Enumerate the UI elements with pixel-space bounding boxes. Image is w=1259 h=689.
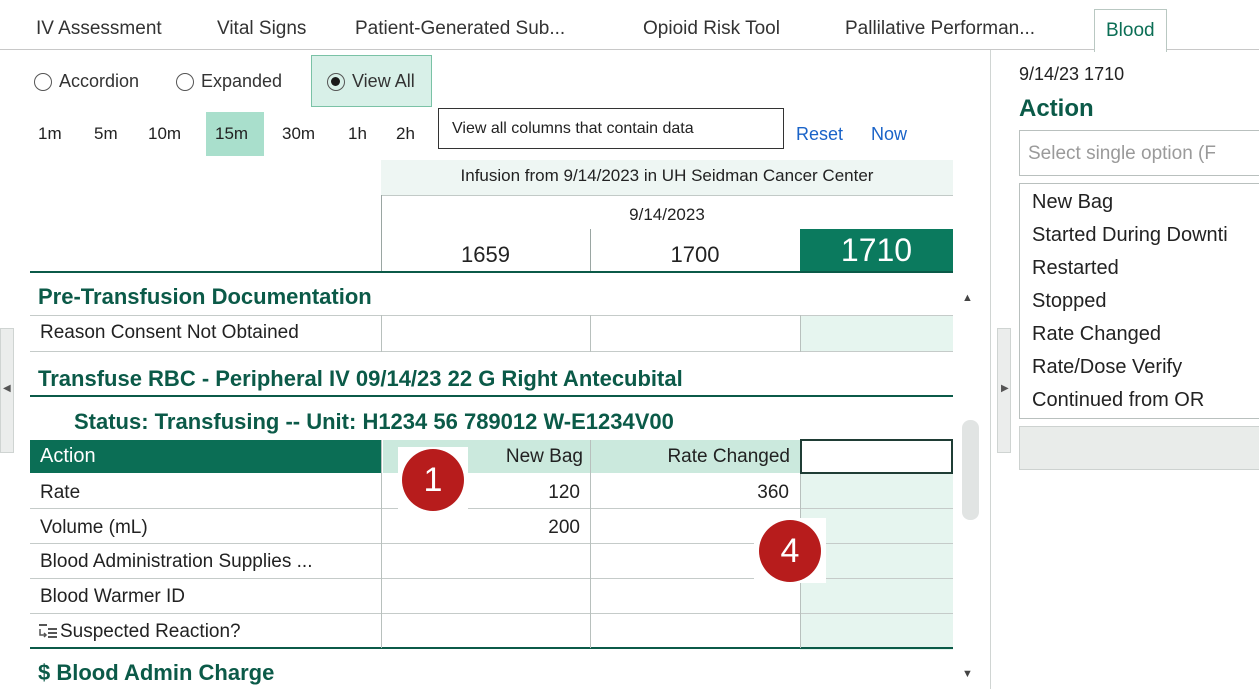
right-panel-heading: Action <box>1019 95 1094 122</box>
section-rule <box>30 647 953 649</box>
header-rule <box>381 195 953 196</box>
transfuse-rbc-section[interactable]: Transfuse RBC - Peripheral IV 09/14/23 2… <box>38 366 683 392</box>
section-rule <box>30 395 953 397</box>
option-stopped[interactable]: Stopped <box>1032 290 1107 313</box>
current-column-cell[interactable] <box>800 315 953 352</box>
option-restarted[interactable]: Restarted <box>1032 257 1119 280</box>
left-collapse-handle[interactable]: ◀ <box>0 328 14 453</box>
option-continued-from-or[interactable]: Continued from OR <box>1032 389 1204 412</box>
interval-1h[interactable]: 1h <box>348 124 367 144</box>
suspected-reaction-label: Suspected Reaction? <box>60 621 241 642</box>
row-rule <box>30 613 953 614</box>
time-column-1659[interactable]: 1659 <box>381 242 590 268</box>
radio-selected-icon <box>327 72 345 91</box>
expanded-radio[interactable]: Expanded <box>176 71 282 92</box>
tab-iv-assessment[interactable]: IV Assessment <box>36 18 162 40</box>
interval-2h[interactable]: 2h <box>396 124 415 144</box>
interval-15m[interactable]: 15m <box>215 124 248 144</box>
reason-consent-label: Reason Consent Not Obtained <box>40 322 299 343</box>
right-panel-timestamp: 9/14/23 1710 <box>1019 64 1125 84</box>
volume-label: Volume (mL) <box>40 517 148 538</box>
tab-palliative-performance[interactable]: Pallilative Performan... <box>845 18 1035 40</box>
tab-blood[interactable]: Blood <box>1094 9 1167 52</box>
action-options-list: New Bag Started During Downti Restarted … <box>1019 183 1259 419</box>
option-rate-dose-verify[interactable]: Rate/Dose Verify <box>1032 356 1182 379</box>
accordion-radio[interactable]: Accordion <box>34 71 139 92</box>
radio-circle-icon <box>34 72 52 91</box>
accordion-label: Accordion <box>59 71 140 91</box>
rate-value-1700[interactable]: 360 <box>592 482 789 504</box>
flowsheet-link-icon <box>39 624 57 638</box>
interval-10m[interactable]: 10m <box>148 124 181 144</box>
action-select-input[interactable]: Select single option (F <box>1019 130 1259 176</box>
radio-circle-icon <box>176 72 194 91</box>
row-rule <box>30 508 953 509</box>
view-all-tooltip: View all columns that contain data <box>438 108 784 149</box>
row-rule <box>30 315 953 316</box>
expanded-label: Expanded <box>201 71 283 91</box>
header-bottom-rule <box>30 271 953 273</box>
time-column-1700[interactable]: 1700 <box>590 242 800 268</box>
col-rule <box>381 440 382 648</box>
date-header: 9/14/2023 <box>629 205 705 224</box>
scrollbar-thumb[interactable] <box>962 420 979 520</box>
panel-divider <box>990 50 991 689</box>
volume-value-1659[interactable]: 200 <box>383 517 580 539</box>
rate-label: Rate <box>40 482 81 503</box>
right-panel-footer <box>1019 426 1259 470</box>
step-badge-4: 4 <box>759 520 821 582</box>
interval-1m[interactable]: 1m <box>38 124 62 144</box>
action-input-1710[interactable] <box>800 439 953 474</box>
time-column-1710-current[interactable]: 1710 <box>800 229 953 272</box>
option-new-bag[interactable]: New Bag <box>1032 191 1113 214</box>
view-all-label: View All <box>352 71 415 91</box>
suspected-reaction-row[interactable]: Suspected Reaction? <box>38 621 241 643</box>
blood-admin-supplies-label: Blood Administration Supplies ... <box>40 551 313 572</box>
right-collapse-handle[interactable]: ▶ <box>997 328 1011 453</box>
row-rule <box>30 351 953 352</box>
scroll-down-icon[interactable]: ▼ <box>962 668 973 680</box>
blood-warmer-id-label: Blood Warmer ID <box>40 586 185 607</box>
tab-vital-signs[interactable]: Vital Signs <box>217 18 306 40</box>
blood-admin-charge-section[interactable]: $ Blood Admin Charge <box>38 660 274 686</box>
col-rule <box>590 440 591 648</box>
option-started-during-downtime[interactable]: Started During Downti <box>1032 224 1228 247</box>
encounter-header: Infusion from 9/14/2023 in UH Seidman Ca… <box>460 166 874 185</box>
chevron-left-icon: ◀ <box>3 383 11 394</box>
scroll-up-icon[interactable]: ▲ <box>962 292 973 304</box>
col-rule <box>800 315 801 352</box>
option-rate-changed[interactable]: Rate Changed <box>1032 323 1161 346</box>
col-rule <box>590 315 591 352</box>
view-all-radio[interactable]: View All <box>327 71 415 92</box>
transfusion-status: Status: Transfusing -- Unit: H1234 56 78… <box>74 409 674 434</box>
step-badge-1: 1 <box>402 449 464 511</box>
reset-link[interactable]: Reset <box>796 124 843 145</box>
action-value-1700[interactable]: Rate Changed <box>592 446 790 468</box>
interval-30m[interactable]: 30m <box>282 124 315 144</box>
action-row-label[interactable]: Action <box>30 440 382 473</box>
now-link[interactable]: Now <box>871 124 907 145</box>
col-rule <box>381 315 382 352</box>
pre-transfusion-section[interactable]: Pre-Transfusion Documentation <box>38 284 372 310</box>
chevron-right-icon: ▶ <box>1001 383 1009 394</box>
tab-bar: IV Assessment Vital Signs Patient-Genera… <box>0 0 1259 52</box>
tab-patient-generated[interactable]: Patient-Generated Sub... <box>355 18 565 40</box>
interval-5m[interactable]: 5m <box>94 124 118 144</box>
tab-opioid-risk-tool[interactable]: Opioid Risk Tool <box>643 18 780 40</box>
